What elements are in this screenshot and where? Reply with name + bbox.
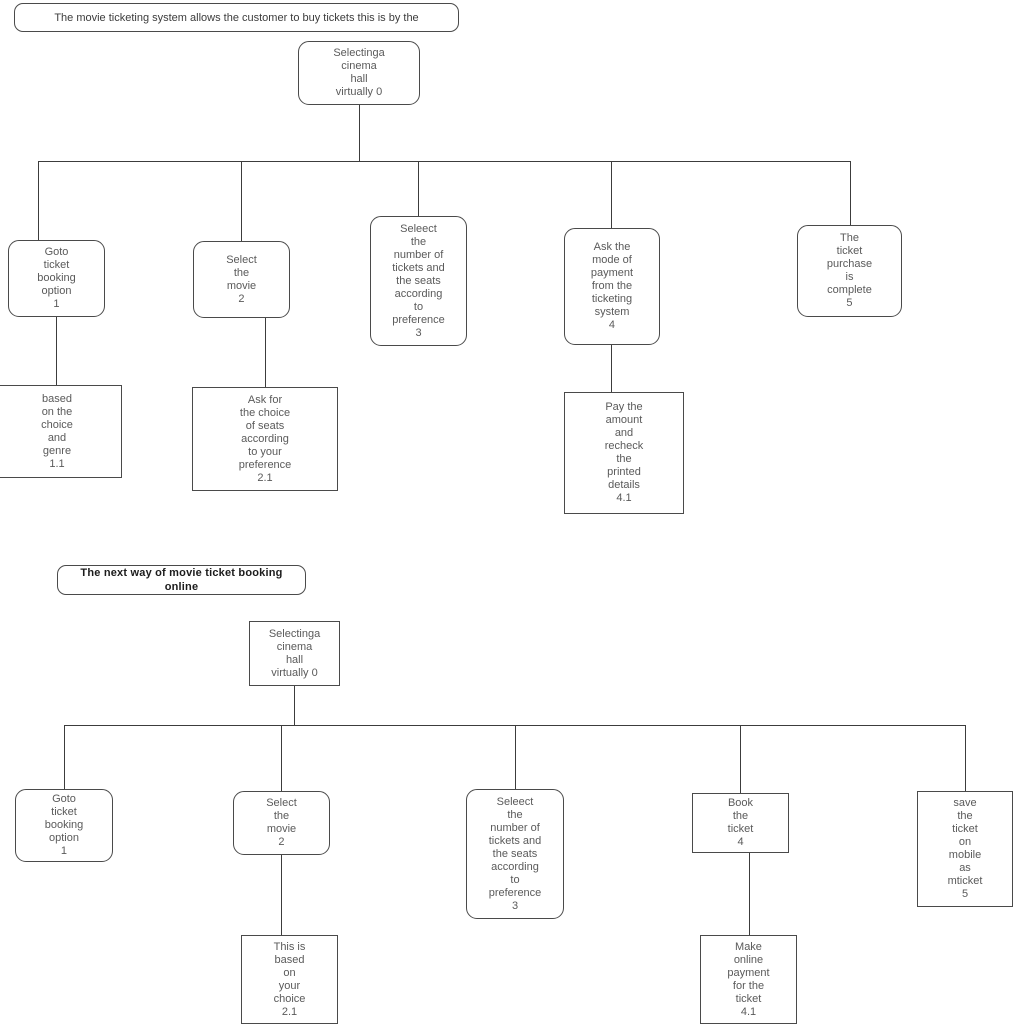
diagram-2-node-5: save the ticket on mobile as mticket 5: [917, 791, 1013, 907]
diagram-2-drop-4: [740, 725, 741, 793]
diagram-1-drop-2: [241, 161, 242, 241]
diagram-2-node-3: Seleect the number of tickets and the se…: [466, 789, 564, 919]
diagram-1-subnode-2-1: Ask for the choice of seats according to…: [192, 387, 338, 491]
diagram-1-node-1: Goto ticket booking option 1: [8, 240, 105, 317]
diagram-2-link-2-1: [281, 855, 282, 935]
diagram-1-drop-1: [38, 161, 39, 240]
diagram-1-node-4: Ask the mode of payment from the ticketi…: [564, 228, 660, 345]
diagram-1-drop-5: [850, 161, 851, 225]
diagram-1-link-4-1: [611, 345, 612, 392]
diagram-1-node-5: The ticket purchase is complete 5: [797, 225, 902, 317]
diagram-1-link-2-1: [265, 318, 266, 387]
diagram-1-link-1-1: [56, 317, 57, 385]
diagram-2-drop-3: [515, 725, 516, 789]
diagram-1-drop-3: [418, 161, 419, 216]
diagram-2-link-4-1: [749, 853, 750, 935]
diagram-2-node-2: Select the movie 2: [233, 791, 330, 855]
diagram-2-root-stem: [294, 686, 295, 725]
diagram-1-subnode-1-1: based on the choice and genre 1.1: [0, 385, 122, 478]
diagram-2-node-1: Goto ticket booking option 1: [15, 789, 113, 862]
diagram-1-subnode-4-1: Pay the amount and recheck the printed d…: [564, 392, 684, 514]
diagram-1-node-3: Seleect the number of tickets and the se…: [370, 216, 467, 346]
diagram-2-drop-5: [965, 725, 966, 791]
diagram-1-node-2: Select the movie 2: [193, 241, 290, 318]
diagram-2-node-4: Book the ticket 4: [692, 793, 789, 853]
diagram-2-root-node: Selectinga cinema hall virtually 0: [249, 621, 340, 686]
diagram-2-subnode-4-1: Make online payment for the ticket 4.1: [700, 935, 797, 1024]
diagram-2-drop-1: [64, 725, 65, 789]
diagram-1-bus: [38, 161, 851, 162]
diagram-1-drop-4: [611, 161, 612, 228]
diagram-canvas: The movie ticketing system allows the cu…: [0, 0, 1015, 1024]
diagram-2-drop-2: [281, 725, 282, 791]
diagram-2-title: The next way of movie ticket booking onl…: [57, 565, 306, 595]
diagram-2-subnode-2-1: This is based on your choice 2.1: [241, 935, 338, 1024]
diagram-1-title: The movie ticketing system allows the cu…: [14, 3, 459, 32]
diagram-1-root-stem: [359, 105, 360, 162]
diagram-1-root-node: Selectinga cinema hall virtually 0: [298, 41, 420, 105]
